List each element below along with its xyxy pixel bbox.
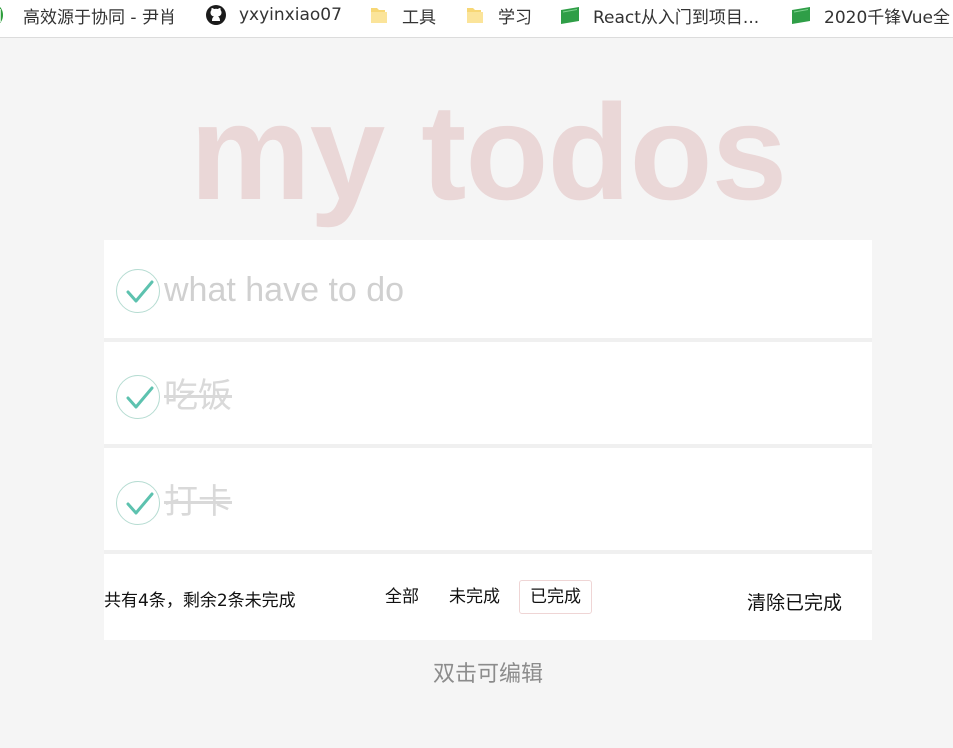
clear-completed-button[interactable]: 清除已完成 — [747, 588, 842, 615]
new-todo-input[interactable] — [164, 264, 854, 316]
filter-all[interactable]: 全部 — [374, 580, 430, 614]
leaf-icon — [0, 4, 11, 26]
folder-icon — [368, 4, 390, 26]
todo-complete-toggle[interactable] — [116, 375, 160, 419]
new-todo-row — [104, 240, 872, 342]
bookmark-react-course[interactable]: React从入门到项目... — [559, 0, 759, 30]
bookmark-label: 2020千锋Vue全 — [824, 7, 950, 28]
github-icon — [205, 4, 227, 26]
check-icon — [126, 492, 154, 515]
bookmark-vue-course[interactable]: 2020千锋Vue全 — [790, 0, 950, 30]
bookmarks-bar: 高效源于协同 - 尹肖 yxyinxiao07 工具 学习 React从入门到项… — [0, 0, 953, 38]
bookmark-github[interactable]: yxyinxiao07 — [205, 0, 342, 30]
bookmark-label: 高效源于协同 - 尹肖 — [23, 7, 176, 28]
bookmark-folder-tools[interactable]: 工具 — [368, 0, 436, 30]
check-icon — [126, 280, 154, 303]
edit-hint: 双击可编辑 — [432, 662, 543, 687]
bookmark-label: yxyinxiao07 — [239, 5, 342, 25]
todo-text[interactable]: 打卡 — [164, 478, 232, 526]
book-icon — [790, 4, 812, 26]
todo-complete-toggle[interactable] — [116, 481, 160, 525]
check-icon — [126, 386, 154, 409]
bookmark-label: React从入门到项目... — [593, 7, 760, 28]
todo-item[interactable]: 吃饭 — [104, 342, 872, 448]
todo-text[interactable]: 吃饭 — [164, 372, 232, 420]
todo-count: 共有4条，剩余2条未完成 — [104, 591, 296, 611]
filter-tabs: 全部 未完成 已完成 — [374, 580, 592, 614]
filter-active[interactable]: 未完成 — [438, 580, 511, 614]
bookmark-folder-study[interactable]: 学习 — [464, 0, 532, 30]
bookmark-label: 工具 — [402, 7, 436, 28]
toggle-all-checkbox[interactable] — [116, 269, 160, 313]
todo-panel: 吃饭 打卡 共有4条，剩余2条未完成 全部 未完成 已完成 清除已完成 — [104, 240, 872, 640]
todo-footer: 共有4条，剩余2条未完成 全部 未完成 已完成 清除已完成 — [104, 554, 872, 640]
todo-item[interactable]: 打卡 — [104, 448, 872, 554]
app-title: my todos — [189, 76, 788, 228]
filter-completed[interactable]: 已完成 — [519, 580, 592, 614]
book-icon — [559, 4, 581, 26]
bookmark-teambition[interactable]: 高效源于协同 - 尹肖 — [0, 0, 176, 30]
folder-icon — [464, 4, 486, 26]
bookmark-label: 学习 — [498, 7, 532, 28]
